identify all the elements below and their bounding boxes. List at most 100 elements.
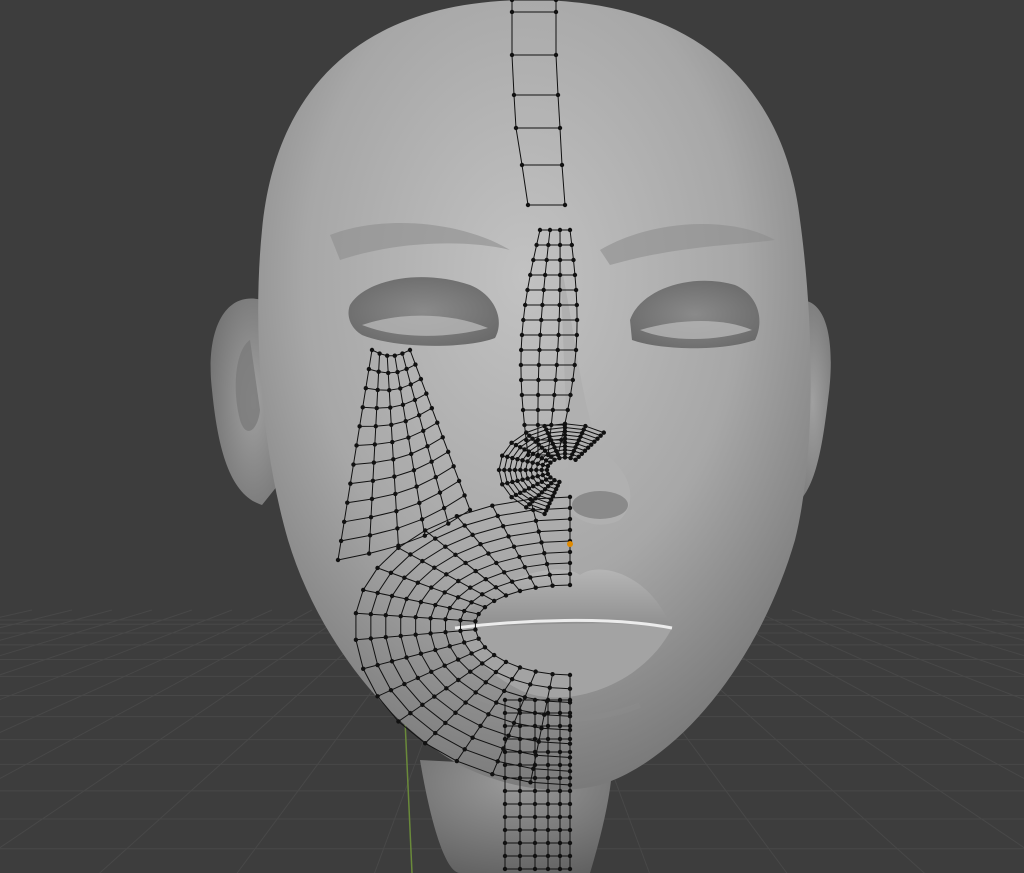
wire-vertex[interactable] bbox=[502, 736, 508, 742]
wire-vertex[interactable] bbox=[447, 605, 452, 611]
wire-vertex[interactable] bbox=[530, 475, 535, 480]
wire-vertex[interactable] bbox=[557, 866, 563, 872]
wire-vertex[interactable] bbox=[572, 272, 578, 278]
wire-vertex[interactable] bbox=[368, 612, 374, 617]
wire-vertex[interactable] bbox=[502, 853, 508, 859]
wire-vertex[interactable] bbox=[375, 662, 380, 668]
wire-vertex[interactable] bbox=[532, 853, 538, 859]
wire-vertex[interactable] bbox=[408, 382, 413, 387]
wire-vertex[interactable] bbox=[553, 377, 558, 383]
wire-vertex[interactable] bbox=[432, 694, 437, 699]
wire-vertex[interactable] bbox=[441, 505, 447, 511]
wire-vertex[interactable] bbox=[482, 645, 488, 650]
wire-vertex[interactable] bbox=[545, 697, 551, 703]
wire-vertex[interactable] bbox=[503, 659, 509, 665]
wire-vertex[interactable] bbox=[539, 317, 544, 323]
wire-vertex[interactable] bbox=[463, 560, 468, 566]
wire-vertex[interactable] bbox=[567, 769, 573, 774]
wire-vertex[interactable] bbox=[424, 391, 429, 396]
wire-vertex[interactable] bbox=[553, 9, 559, 15]
wire-vertex[interactable] bbox=[407, 347, 413, 353]
wire-vertex[interactable] bbox=[402, 575, 407, 580]
wire-vertex[interactable] bbox=[541, 287, 546, 293]
wire-vertex[interactable] bbox=[502, 866, 508, 872]
wire-vertex[interactable] bbox=[473, 568, 478, 574]
wire-vertex[interactable] bbox=[535, 407, 541, 413]
wire-vertex[interactable] bbox=[417, 500, 422, 506]
wire-vertex[interactable] bbox=[389, 659, 395, 664]
wire-vertex[interactable] bbox=[517, 827, 523, 833]
wire-vertex[interactable] bbox=[433, 536, 438, 541]
wire-vertex[interactable] bbox=[404, 366, 409, 372]
wire-vertex[interactable] bbox=[523, 467, 528, 473]
wire-vertex[interactable] bbox=[531, 766, 536, 771]
wire-vertex[interactable] bbox=[517, 588, 523, 594]
wire-vertex[interactable] bbox=[354, 443, 359, 448]
wire-vertex[interactable] bbox=[528, 575, 533, 580]
wire-vertex[interactable] bbox=[496, 467, 502, 473]
wire-vertex[interactable] bbox=[557, 710, 563, 716]
wire-vertex[interactable] bbox=[557, 801, 563, 807]
wire-vertex[interactable] bbox=[547, 572, 552, 578]
wire-vertex[interactable] bbox=[557, 242, 563, 248]
wire-vertex[interactable] bbox=[517, 866, 523, 872]
wire-vertex[interactable] bbox=[567, 672, 573, 678]
wire-vertex[interactable] bbox=[456, 578, 461, 584]
wire-vertex[interactable] bbox=[462, 747, 467, 752]
wire-vertex[interactable] bbox=[517, 665, 523, 670]
wire-vertex[interactable] bbox=[408, 552, 413, 557]
wire-vertex[interactable] bbox=[570, 377, 576, 383]
wire-vertex[interactable] bbox=[414, 484, 419, 489]
wire-vertex[interactable] bbox=[502, 762, 508, 768]
wire-vertex[interactable] bbox=[524, 430, 529, 435]
wire-vertex[interactable] bbox=[415, 580, 421, 585]
wire-vertex[interactable] bbox=[500, 482, 505, 487]
wire-vertex[interactable] bbox=[535, 392, 541, 398]
wire-vertex[interactable] bbox=[494, 560, 499, 566]
wire-vertex[interactable] bbox=[517, 775, 523, 781]
wire-vertex[interactable] bbox=[525, 476, 530, 481]
wire-vertex[interactable] bbox=[391, 457, 396, 462]
wire-vertex[interactable] bbox=[545, 775, 551, 781]
wire-vertex[interactable] bbox=[542, 511, 547, 517]
wire-vertex[interactable] bbox=[506, 534, 511, 539]
wire-vertex[interactable] bbox=[429, 585, 434, 590]
wire-vertex[interactable] bbox=[458, 628, 463, 634]
wire-vertex[interactable] bbox=[545, 840, 551, 846]
wire-vertex[interactable] bbox=[370, 478, 376, 483]
wire-vertex[interactable] bbox=[398, 633, 403, 639]
wire-vertex[interactable] bbox=[534, 242, 539, 248]
wire-vertex[interactable] bbox=[557, 853, 563, 859]
wire-vertex[interactable] bbox=[524, 437, 529, 443]
wire-vertex[interactable] bbox=[383, 635, 388, 640]
wire-vertex[interactable] bbox=[536, 529, 541, 534]
wire-vertex[interactable] bbox=[545, 866, 551, 872]
wire-vertex[interactable] bbox=[395, 369, 400, 375]
wire-vertex[interactable] bbox=[542, 423, 547, 429]
wire-vertex[interactable] bbox=[545, 736, 551, 742]
wire-vertex[interactable] bbox=[509, 52, 515, 58]
wire-vertex[interactable] bbox=[502, 827, 508, 833]
wire-vertex[interactable] bbox=[413, 362, 418, 367]
wire-vertex[interactable] bbox=[557, 227, 563, 233]
wire-vertex[interactable] bbox=[375, 694, 380, 699]
wire-vertex[interactable] bbox=[557, 125, 563, 131]
wire-vertex[interactable] bbox=[532, 866, 538, 872]
wire-vertex[interactable] bbox=[502, 710, 508, 716]
wire-vertex[interactable] bbox=[398, 386, 403, 391]
wire-vertex[interactable] bbox=[567, 827, 573, 833]
wire-vertex[interactable] bbox=[480, 592, 485, 597]
wire-vertex[interactable] bbox=[376, 369, 381, 374]
wire-vertex[interactable] bbox=[532, 840, 538, 846]
wire-vertex[interactable] bbox=[557, 736, 563, 742]
wire-vertex[interactable] bbox=[567, 560, 573, 566]
wire-vertex[interactable] bbox=[567, 814, 573, 820]
wire-vertex[interactable] bbox=[447, 644, 452, 649]
wire-vertex[interactable] bbox=[539, 467, 544, 473]
wire-vertex[interactable] bbox=[368, 514, 374, 520]
wire-vertex[interactable] bbox=[545, 788, 551, 794]
wire-vertex[interactable] bbox=[567, 801, 573, 807]
wire-vertex[interactable] bbox=[456, 478, 462, 484]
wire-vertex[interactable] bbox=[383, 613, 388, 618]
wire-vertex[interactable] bbox=[557, 697, 563, 703]
